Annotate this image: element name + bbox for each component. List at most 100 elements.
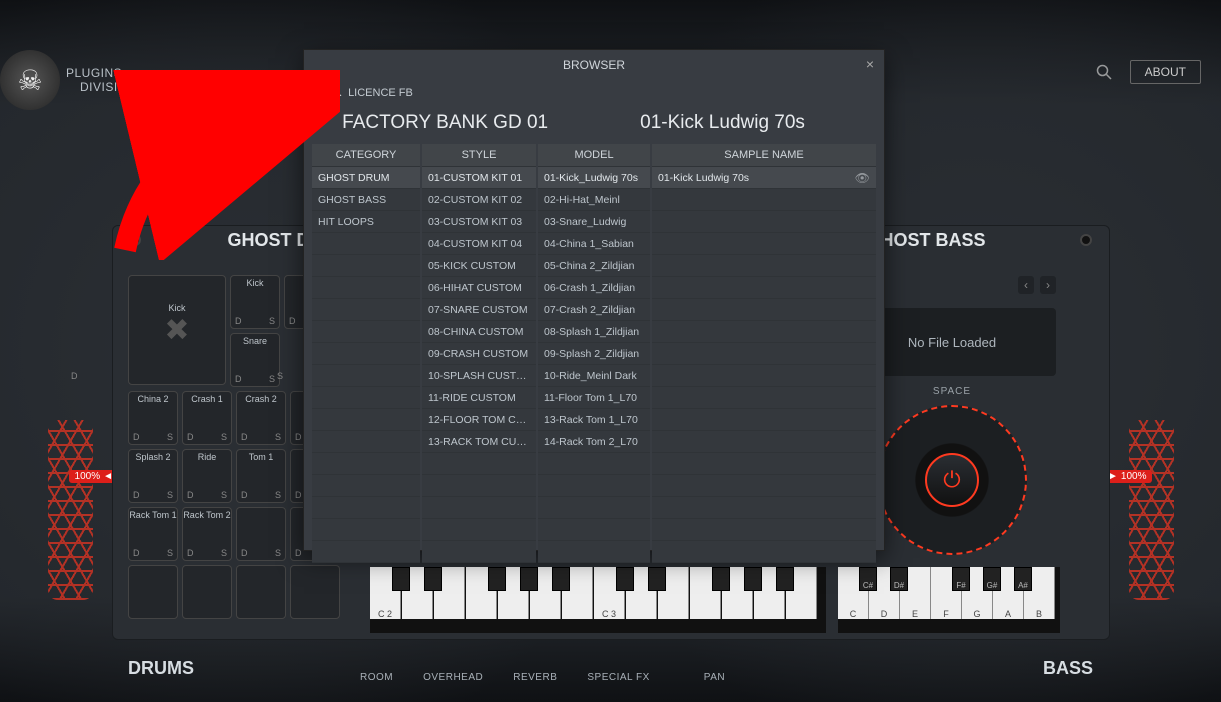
category-item[interactable]	[312, 409, 420, 431]
pad-d[interactable]: D	[187, 548, 194, 558]
pad-racktom1[interactable]: Rack Tom 1DS	[128, 507, 178, 561]
pad-extra4[interactable]: DS	[236, 507, 286, 561]
pad-china2[interactable]: China 2DS	[128, 391, 178, 445]
pad-s[interactable]: S	[167, 490, 173, 500]
space-knob[interactable]: ⏻	[877, 405, 1027, 555]
model-item[interactable]: 10-Ride_Meinl Dark	[538, 365, 650, 387]
pad-d[interactable]: D	[295, 432, 302, 442]
licence-row[interactable]: ➤ LICENCE FB	[304, 80, 884, 106]
model-item[interactable]: 05-China 2_Zildjian	[538, 255, 650, 277]
style-item[interactable]: 05-KICK CUSTOM	[422, 255, 536, 277]
sample-item[interactable]	[652, 211, 876, 233]
sample-item[interactable]	[652, 255, 876, 277]
preset-name[interactable]: 01-Kick Ludwig 70s	[640, 112, 805, 134]
style-item[interactable]: 11-RIDE CUSTOM	[422, 387, 536, 409]
file-prev-button[interactable]: ‹	[1018, 276, 1034, 294]
pad-s[interactable]: S	[275, 548, 281, 558]
search-icon[interactable]	[1096, 64, 1112, 80]
sample-item[interactable]	[652, 365, 876, 387]
category-item[interactable]	[312, 255, 420, 277]
black-key[interactable]	[392, 567, 410, 591]
style-item[interactable]: 06-HIHAT CUSTOM	[422, 277, 536, 299]
category-item[interactable]	[312, 343, 420, 365]
pad-empty3[interactable]	[236, 565, 286, 619]
pad-d[interactable]: D	[289, 316, 296, 326]
pad-crash1[interactable]: Crash 1DS	[182, 391, 232, 445]
sample-item[interactable]	[652, 475, 876, 497]
pad-d[interactable]: D	[71, 371, 78, 381]
style-item[interactable]	[422, 475, 536, 497]
left-volume-indicator[interactable]: 100%	[35, 420, 105, 600]
pad-d[interactable]: D	[187, 490, 194, 500]
model-item[interactable]: 13-Rack Tom 1_L70	[538, 409, 650, 431]
black-key[interactable]	[776, 567, 794, 591]
category-item[interactable]	[312, 541, 420, 563]
style-item[interactable]: 12-FLOOR TOM CU...	[422, 409, 536, 431]
pad-s[interactable]: S	[275, 432, 281, 442]
keyboard-drums[interactable]: C 2C 3	[370, 567, 826, 633]
pad-s[interactable]: S	[275, 490, 281, 500]
black-key[interactable]: C#	[859, 567, 877, 591]
pad-splash2[interactable]: Splash 2DS	[128, 449, 178, 503]
style-item[interactable]	[422, 453, 536, 475]
category-item[interactable]: GHOST BASS	[312, 189, 420, 211]
sample-item[interactable]: 01-Kick Ludwig 70s👁	[652, 167, 876, 189]
keyboard-bass[interactable]: CDEFGABC#D#F#G#A#	[838, 567, 1060, 633]
style-item[interactable]: 13-RACK TOM CUS...	[422, 431, 536, 453]
pad-ride[interactable]: RideDS	[182, 449, 232, 503]
pad-s[interactable]: S	[277, 371, 283, 381]
model-item[interactable]: 06-Crash 1_Zildjian	[538, 277, 650, 299]
model-item[interactable]	[538, 453, 650, 475]
category-item[interactable]: GHOST DRUM	[312, 167, 420, 189]
bank-name[interactable]: FACTORY BANK GD 01	[342, 112, 582, 134]
style-item[interactable]	[422, 497, 536, 519]
pad-big-empty[interactable]: Kick ✖ DS	[128, 275, 226, 385]
style-item[interactable]	[422, 541, 536, 563]
pad-s[interactable]: S	[167, 548, 173, 558]
black-key[interactable]: G#	[983, 567, 1001, 591]
pad-d[interactable]: D	[187, 432, 194, 442]
pad-d[interactable]: D	[235, 316, 242, 326]
pad-d[interactable]: D	[295, 548, 302, 558]
category-item[interactable]	[312, 519, 420, 541]
right-volume-indicator[interactable]: 100%	[1116, 420, 1186, 600]
model-item[interactable]: 04-China 1_Sabian	[538, 233, 650, 255]
category-item[interactable]	[312, 387, 420, 409]
model-item[interactable]: 01-Kick_Ludwig 70s	[538, 167, 650, 189]
sample-item[interactable]	[652, 277, 876, 299]
black-key[interactable]	[520, 567, 538, 591]
sample-item[interactable]	[652, 541, 876, 563]
power-icon[interactable]: ⏻	[925, 453, 979, 507]
sample-item[interactable]	[652, 497, 876, 519]
black-key[interactable]	[552, 567, 570, 591]
preview-eye-icon[interactable]: 👁	[855, 171, 870, 185]
black-key[interactable]	[488, 567, 506, 591]
black-key[interactable]: D#	[890, 567, 908, 591]
pad-d[interactable]: D	[133, 432, 140, 442]
hamburger-icon[interactable]: ≡	[314, 115, 322, 131]
style-item[interactable]: 07-SNARE CUSTOM	[422, 299, 536, 321]
category-item[interactable]	[312, 277, 420, 299]
pad-s[interactable]: S	[221, 490, 227, 500]
black-key[interactable]	[648, 567, 666, 591]
category-item[interactable]	[312, 365, 420, 387]
category-item[interactable]	[312, 431, 420, 453]
pad-empty4[interactable]	[290, 565, 340, 619]
pad-d[interactable]: D	[295, 490, 302, 500]
sample-item[interactable]	[652, 233, 876, 255]
sample-item[interactable]	[652, 189, 876, 211]
model-item[interactable]	[538, 497, 650, 519]
pad-d[interactable]: D	[241, 548, 248, 558]
pad-s[interactable]: S	[167, 432, 173, 442]
close-icon[interactable]: ×	[866, 56, 874, 72]
pad-tom1[interactable]: Tom 1DS	[236, 449, 286, 503]
sample-item[interactable]	[652, 299, 876, 321]
sample-item[interactable]	[652, 431, 876, 453]
black-key[interactable]: F#	[952, 567, 970, 591]
style-item[interactable]: 02-CUSTOM KIT 02	[422, 189, 536, 211]
model-item[interactable]	[538, 475, 650, 497]
model-item[interactable]	[538, 541, 650, 563]
black-key[interactable]	[616, 567, 634, 591]
category-item[interactable]	[312, 453, 420, 475]
pad-d[interactable]: D	[241, 490, 248, 500]
